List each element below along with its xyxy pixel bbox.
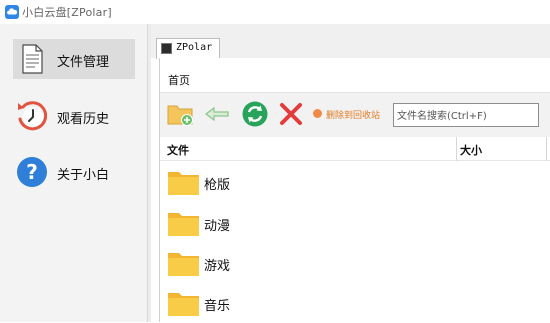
table-row[interactable]: 游戏 <box>160 243 550 283</box>
delete-to-recycle-button[interactable]: 删除到回收站 <box>326 108 380 121</box>
sidebar-item-watch-history[interactable]: 观看历史 <box>13 96 135 136</box>
folder-icon <box>168 213 199 236</box>
breadcrumb[interactable]: 首页 <box>168 72 190 88</box>
table-row[interactable]: 音乐 <box>160 283 550 323</box>
folder-icon <box>168 172 199 195</box>
file-name: 游戏 <box>204 259 231 274</box>
question-icon: ? <box>17 157 47 187</box>
window-title: 小白云盘[ZPolar] <box>22 6 112 19</box>
file-name: 动漫 <box>204 219 231 234</box>
column-header-file[interactable]: 文件 <box>167 142 189 158</box>
back-arrow-icon[interactable] <box>203 100 231 128</box>
sidebar-item-label: 观看历史 <box>57 112 110 127</box>
sidebar-item-file-management[interactable]: 文件管理 <box>13 39 135 79</box>
title-bar: 小白云盘[ZPolar] <box>0 0 550 24</box>
svg-text:?: ? <box>26 160 38 184</box>
splitter[interactable] <box>148 24 151 322</box>
delete-x-icon[interactable] <box>277 100 305 128</box>
tab-zpolar[interactable]: ZPolar <box>156 38 220 59</box>
history-clock-icon <box>18 101 48 131</box>
refresh-icon[interactable] <box>241 100 269 128</box>
folder-icon <box>168 253 199 276</box>
tab-label: ZPolar <box>176 42 213 53</box>
table-row[interactable]: 枪版 <box>160 162 550 202</box>
sidebar-item-label: 文件管理 <box>57 55 110 70</box>
sidebar-item-label: 关于小白 <box>57 168 110 183</box>
tab-app-icon <box>161 43 172 54</box>
new-folder-icon[interactable] <box>166 100 194 128</box>
delete-indicator-dot <box>313 109 322 118</box>
document-icon <box>22 44 43 74</box>
cloud-app-icon <box>5 5 19 19</box>
search-box[interactable] <box>393 103 539 127</box>
sidebar-item-about[interactable]: ? 关于小白 <box>13 152 135 192</box>
file-name: 音乐 <box>204 299 231 314</box>
column-header-size[interactable]: 大小 <box>460 142 482 158</box>
folder-icon <box>168 293 199 316</box>
column-divider[interactable] <box>546 137 547 161</box>
table-header <box>160 137 550 161</box>
file-name: 枪版 <box>204 178 231 193</box>
table-row[interactable]: 动漫 <box>160 203 550 243</box>
column-divider[interactable] <box>456 137 457 161</box>
search-input[interactable] <box>397 106 535 127</box>
